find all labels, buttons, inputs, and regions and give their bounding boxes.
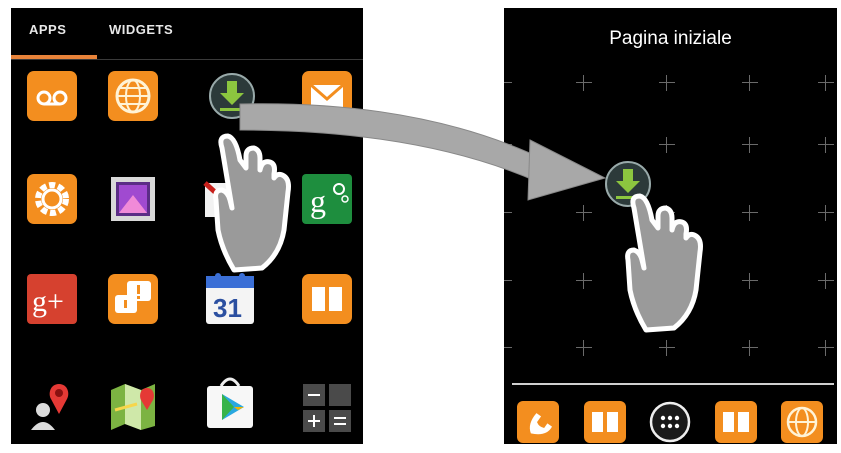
- browser-globe-icon: [781, 401, 823, 443]
- grid-cross: [504, 137, 512, 153]
- browser-globe-icon: [108, 71, 158, 121]
- gmail-icon: [203, 181, 251, 217]
- google-plus-glyph: g+: [32, 285, 64, 318]
- app-gallery[interactable]: [107, 173, 159, 225]
- app-settings[interactable]: [26, 173, 78, 225]
- play-store-icon: [207, 377, 253, 428]
- grid-cross: [659, 205, 675, 221]
- calendar-icon: 31: [206, 273, 254, 324]
- grid-cross: [742, 340, 758, 356]
- dock-all-apps[interactable]: [648, 400, 692, 444]
- grid-cross: [742, 75, 758, 91]
- dock-divider: [512, 383, 834, 385]
- grid-cross: [504, 205, 512, 221]
- maps-icon: [111, 384, 155, 430]
- google-settings-icon: g: [302, 174, 352, 224]
- app-downloads[interactable]: [206, 70, 258, 122]
- grid-cross: [504, 75, 512, 91]
- app-voicemail[interactable]: [26, 70, 78, 122]
- grid-cross: [659, 340, 675, 356]
- gallery-icon: [111, 177, 155, 221]
- app-messenger[interactable]: [107, 273, 159, 325]
- downloads-icon: [605, 161, 651, 207]
- app-browser[interactable]: [107, 70, 159, 122]
- settings-icon: [27, 174, 77, 224]
- app-book[interactable]: [301, 273, 353, 325]
- home-screen: Pagina iniziale: [504, 8, 837, 444]
- grid-cross: [742, 205, 758, 221]
- downloads-icon: [209, 73, 255, 119]
- app-calculator[interactable]: [301, 382, 353, 434]
- dock-book[interactable]: [583, 400, 627, 444]
- app-calendar[interactable]: 31: [204, 270, 256, 324]
- grid-cross: [818, 75, 834, 91]
- book-icon: [302, 274, 352, 324]
- grid-cross: [659, 137, 675, 153]
- calendar-day: 31: [213, 293, 242, 323]
- grid-cross: [742, 273, 758, 289]
- dock-browser[interactable]: [780, 400, 824, 444]
- grid-cross: [659, 273, 675, 289]
- grid-cross: [818, 137, 834, 153]
- messenger-icon: [108, 274, 158, 324]
- grid-cross: [504, 273, 512, 289]
- app-email[interactable]: [301, 70, 353, 122]
- home-downloads-shortcut[interactable]: [602, 158, 654, 210]
- grid-cross: [504, 340, 512, 356]
- grid-cross: [818, 340, 834, 356]
- grid-cross: [818, 273, 834, 289]
- app-gmail[interactable]: [201, 173, 253, 225]
- app-drawer: APPS WIDGETS g g+ 31: [11, 8, 363, 444]
- book-icon: [715, 401, 757, 443]
- tab-apps[interactable]: APPS: [29, 22, 66, 37]
- google-settings-glyph: g: [310, 183, 326, 219]
- phone-icon: [517, 401, 559, 443]
- grid-cross: [659, 75, 675, 91]
- app-google-settings[interactable]: g: [301, 173, 353, 225]
- grid-cross: [576, 75, 592, 91]
- email-icon: [302, 71, 352, 121]
- tabbar-divider: [11, 59, 363, 60]
- grid-cross: [576, 273, 592, 289]
- dock-phone[interactable]: [516, 400, 560, 444]
- tab-widgets[interactable]: WIDGETS: [109, 22, 173, 37]
- voicemail-icon: [27, 71, 77, 121]
- app-google-plus[interactable]: g+: [26, 273, 78, 325]
- app-play-store[interactable]: [203, 370, 255, 428]
- grid-cross: [742, 137, 758, 153]
- book-icon: [584, 401, 626, 443]
- app-maps[interactable]: [107, 380, 159, 432]
- calculator-icon: [303, 384, 351, 432]
- home-screen-title: Pagina iniziale: [609, 28, 732, 49]
- app-latitude[interactable]: [26, 380, 78, 432]
- latitude-icon: [31, 384, 69, 430]
- all-apps-icon: [649, 401, 691, 443]
- drawer-tabbar: APPS WIDGETS: [11, 8, 363, 60]
- dock-book-2[interactable]: [714, 400, 758, 444]
- grid-cross: [576, 340, 592, 356]
- grid-cross: [818, 205, 834, 221]
- google-plus-icon: g+: [27, 274, 77, 324]
- grid-cross: [576, 205, 592, 221]
